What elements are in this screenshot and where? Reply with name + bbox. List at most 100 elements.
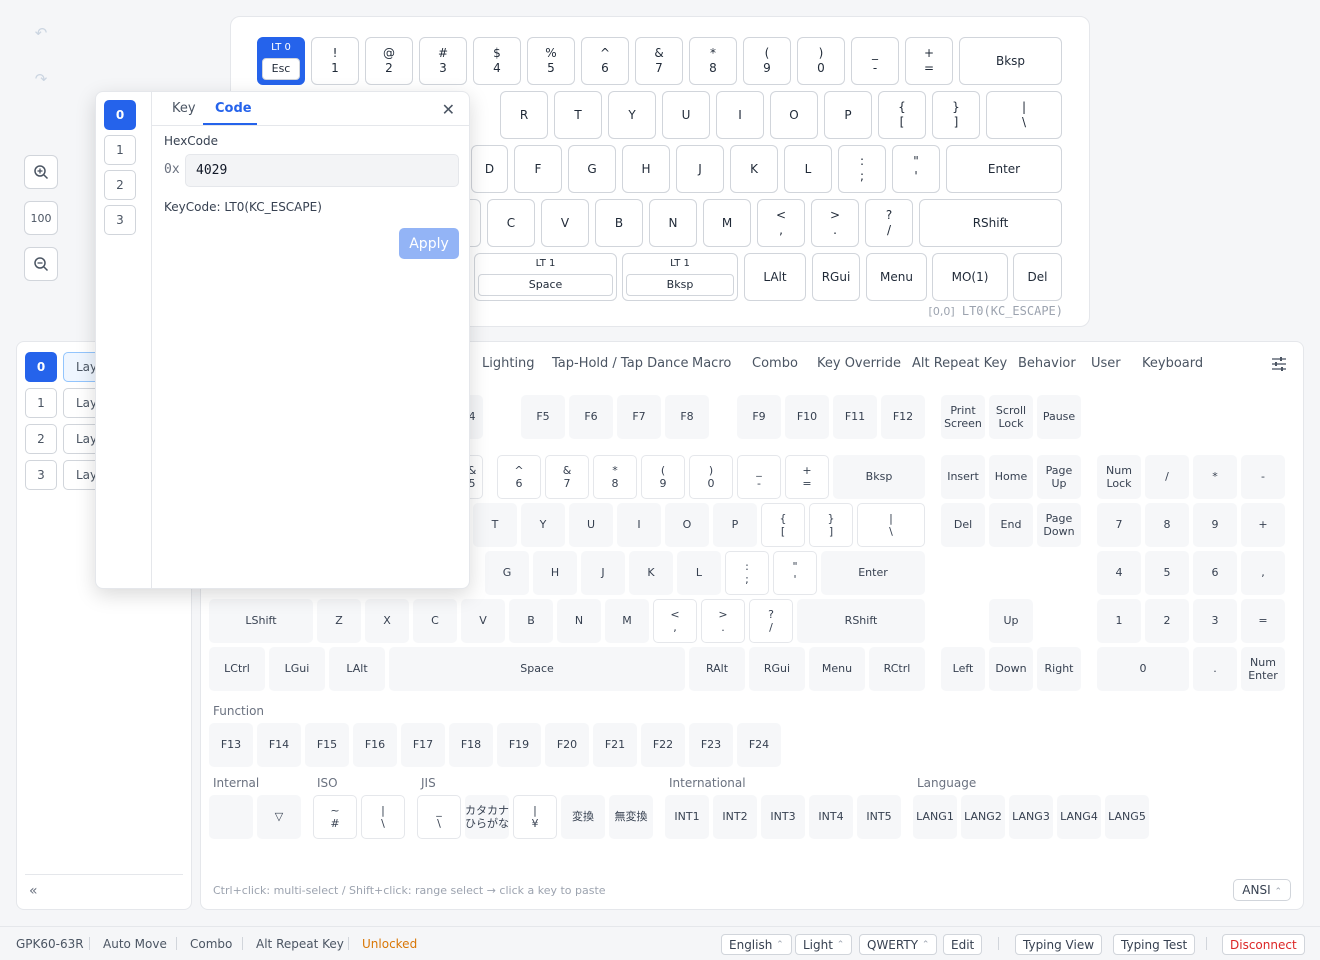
- picker-keycode[interactable]: Num Enter: [1241, 647, 1285, 691]
- popup-layer-1[interactable]: 1: [104, 135, 136, 165]
- picker-tab[interactable]: Combo: [752, 356, 798, 371]
- picker-keycode[interactable]: Right: [1037, 647, 1081, 691]
- picker-keycode[interactable]: F19: [497, 723, 541, 767]
- layout-language-select[interactable]: QWERTY ⌃: [859, 934, 938, 955]
- picker-keycode[interactable]: INT3: [761, 795, 805, 839]
- picker-keycode[interactable]: G: [485, 551, 529, 595]
- picker-keycode[interactable]: Page Up: [1037, 455, 1081, 499]
- undo-icon[interactable]: ↶: [24, 16, 58, 50]
- picker-keycode[interactable]: ^ 6: [497, 455, 541, 499]
- picker-keycode[interactable]: LANG3: [1009, 795, 1053, 839]
- picker-keycode[interactable]: F20: [545, 723, 589, 767]
- picker-keycode[interactable]: 5: [1145, 551, 1189, 595]
- layout-key[interactable]: " ': [892, 145, 940, 193]
- picker-keycode[interactable]: =: [1241, 599, 1285, 643]
- picker-keycode[interactable]: F11: [833, 395, 877, 439]
- picker-keycode[interactable]: & 7: [545, 455, 589, 499]
- picker-keycode[interactable]: INT4: [809, 795, 853, 839]
- picker-keycode[interactable]: 変換: [561, 795, 605, 839]
- picker-keycode[interactable]: -: [1241, 455, 1285, 499]
- picker-keycode[interactable]: INT2: [713, 795, 757, 839]
- layout-key[interactable]: RGui: [812, 253, 860, 301]
- redo-icon[interactable]: ↷: [24, 62, 58, 96]
- picker-keycode[interactable]: F18: [449, 723, 493, 767]
- picker-keycode[interactable]: Scroll Lock: [989, 395, 1033, 439]
- disconnect-button[interactable]: Disconnect: [1222, 934, 1305, 955]
- picker-keycode[interactable]: 9: [1193, 503, 1237, 547]
- picker-keycode[interactable]: } ]: [809, 503, 853, 547]
- picker-keycode[interactable]: 4: [1097, 551, 1141, 595]
- picker-keycode[interactable]: ~ #: [313, 795, 357, 839]
- picker-keycode[interactable]: M: [605, 599, 649, 643]
- popup-layer-3[interactable]: 3: [104, 205, 136, 235]
- picker-tab[interactable]: Tap-Hold / Tap Dance: [552, 356, 688, 371]
- picker-keycode[interactable]: F6: [569, 395, 613, 439]
- picker-keycode[interactable]: INT5: [857, 795, 901, 839]
- typing-test-button[interactable]: Typing Test: [1113, 934, 1196, 955]
- lock-status[interactable]: Unlocked: [362, 937, 417, 951]
- picker-keycode[interactable]: 6: [1193, 551, 1237, 595]
- picker-keycode[interactable]: ▽: [257, 795, 301, 839]
- picker-keycode[interactable]: Bksp: [833, 455, 925, 499]
- picker-tab[interactable]: Keyboard: [1142, 356, 1203, 371]
- alt-repeat-toggle[interactable]: Alt Repeat Key: [256, 937, 344, 951]
- picker-tab[interactable]: Macro: [692, 356, 731, 371]
- layout-key[interactable]: M: [703, 199, 751, 247]
- picker-keycode[interactable]: LAlt: [329, 647, 385, 691]
- picker-keycode[interactable]: F7: [617, 395, 661, 439]
- layer-number-1[interactable]: 1: [25, 388, 57, 418]
- picker-keycode[interactable]: | \: [857, 503, 925, 547]
- close-icon[interactable]: ✕: [442, 100, 455, 119]
- layer-number-3[interactable]: 3: [25, 460, 57, 490]
- layout-key[interactable]: O: [770, 91, 818, 139]
- layout-key[interactable]: I: [716, 91, 764, 139]
- picker-keycode[interactable]: Insert: [941, 455, 985, 499]
- layout-key[interactable]: ( 9: [743, 37, 791, 85]
- picker-keycode[interactable]: 0: [1097, 647, 1189, 691]
- layout-key[interactable]: & 7: [635, 37, 683, 85]
- picker-keycode[interactable]: T: [473, 503, 517, 547]
- picker-tab[interactable]: User: [1091, 356, 1121, 371]
- picker-keycode[interactable]: [209, 795, 253, 839]
- picker-keycode[interactable]: { [: [761, 503, 805, 547]
- picker-keycode[interactable]: + =: [785, 455, 829, 499]
- picker-keycode[interactable]: +: [1241, 503, 1285, 547]
- picker-keycode[interactable]: * 8: [593, 455, 637, 499]
- picker-tab[interactable]: Behavior: [1018, 356, 1076, 371]
- picker-keycode[interactable]: RCtrl: [869, 647, 925, 691]
- picker-keycode[interactable]: H: [533, 551, 577, 595]
- zoom-in-button[interactable]: [24, 155, 58, 189]
- layout-key[interactable]: T: [554, 91, 602, 139]
- picker-keycode[interactable]: LANG2: [961, 795, 1005, 839]
- settings-sliders-icon[interactable]: [1271, 356, 1287, 375]
- picker-keycode[interactable]: X: [365, 599, 409, 643]
- picker-keycode[interactable]: F16: [353, 723, 397, 767]
- layout-key[interactable]: LT 0 Esc: [257, 37, 305, 85]
- layout-key[interactable]: D: [471, 145, 508, 193]
- picker-keycode[interactable]: カタカナ ひらがな: [465, 795, 509, 839]
- layout-key[interactable]: @ 2: [365, 37, 413, 85]
- layout-key[interactable]: { [: [878, 91, 926, 139]
- picker-keycode[interactable]: F9: [737, 395, 781, 439]
- picker-keycode[interactable]: O: [665, 503, 709, 547]
- picker-keycode[interactable]: Y: [521, 503, 565, 547]
- layout-key[interactable]: RShift: [919, 199, 1062, 247]
- picker-keycode[interactable]: F17: [401, 723, 445, 767]
- layout-key[interactable]: B: [595, 199, 643, 247]
- layout-key[interactable]: LT 1 Bksp: [622, 253, 738, 301]
- layout-key[interactable]: $ 4: [473, 37, 521, 85]
- picker-keycode[interactable]: Up: [989, 599, 1033, 643]
- combo-toggle[interactable]: Combo: [190, 937, 232, 951]
- picker-keycode[interactable]: P: [713, 503, 757, 547]
- layout-key[interactable]: ^ 6: [581, 37, 629, 85]
- zoom-out-button[interactable]: [24, 247, 58, 281]
- picker-keycode[interactable]: RShift: [797, 599, 925, 643]
- picker-keycode[interactable]: ( 9: [641, 455, 685, 499]
- picker-keycode[interactable]: ? /: [749, 599, 793, 643]
- picker-keycode[interactable]: Home: [989, 455, 1033, 499]
- picker-keycode[interactable]: *: [1193, 455, 1237, 499]
- picker-keycode[interactable]: B: [509, 599, 553, 643]
- layout-key[interactable]: Del: [1013, 253, 1062, 301]
- layout-key[interactable]: F: [514, 145, 562, 193]
- language-select[interactable]: English ⌃: [721, 934, 792, 955]
